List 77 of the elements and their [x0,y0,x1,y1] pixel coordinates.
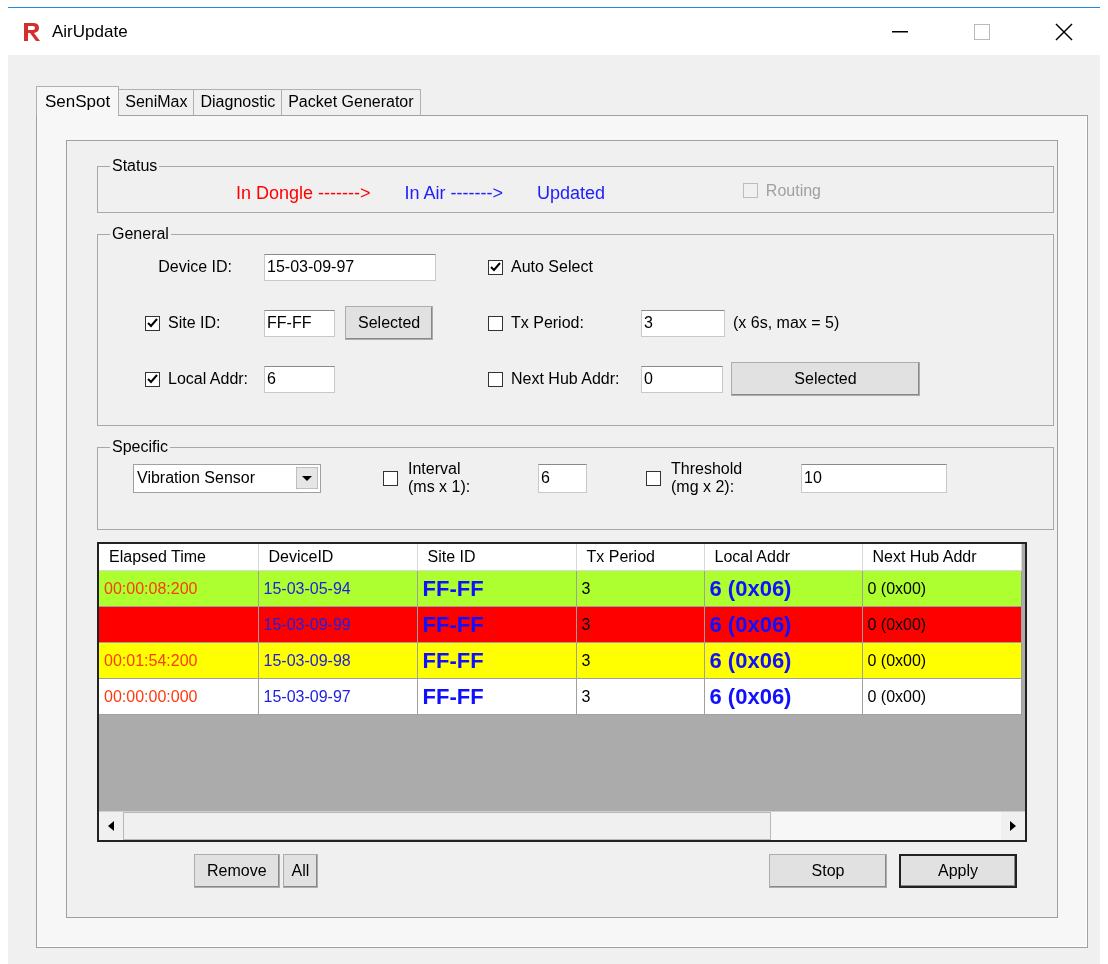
device-id-field[interactable]: 15-03-09-97 [264,253,436,281]
field-label: Device ID: [157,258,232,276]
checkbox-label: Routing [765,181,821,200]
horizontal-scrollbar[interactable] [99,811,1025,840]
checkbox[interactable] [145,371,160,387]
table-cell: 0 (0x00) [867,579,927,597]
column-header[interactable]: Local Addr [704,544,862,571]
tab[interactable]: SenSpot [36,86,120,116]
checkbox[interactable] [488,371,503,387]
checkbox-label: Threshold (mg x 2): [671,460,743,496]
table-cell: 00:00:08:200 [104,579,198,597]
action-button[interactable]: Stop [769,854,887,888]
group-title: General [111,225,170,243]
local-addr-field[interactable]: 6 [264,365,335,393]
sensor-type-dropdown[interactable]: Vibration Sensor [133,463,321,493]
table-cell: 15-03-05-94 [263,579,351,597]
column-header[interactable]: DeviceID [258,544,417,571]
table-cell: 15-03-09-99 [263,615,351,633]
checkbox[interactable] [383,470,398,486]
action-button[interactable]: Remove [194,854,280,888]
tab[interactable]: Packet Generator [281,89,421,115]
table-cell: 6 (0x06) [709,611,792,637]
table-row[interactable]: 00:01:54:200 15-03-09-98 FF-FF 3 6 (0x06) 0 (0x00) [99,642,1021,679]
checkbox[interactable] [145,315,160,331]
table-cell: 00:00:00:000 [104,687,198,705]
status-stage: In Air -------> [404,183,504,204]
column-header[interactable]: Elapsed Time [99,544,258,571]
column-header[interactable]: Site ID [417,544,576,571]
selected-button[interactable]: Selected [731,362,920,396]
interval-field[interactable]: 6 [538,463,587,493]
table-cell: 3 [581,651,591,669]
table-cell: FF-FF [422,683,484,709]
checkbox-label: Tx Period: [511,314,584,332]
table-row[interactable]: 00:00:08:200 15-03-05-94 FF-FF 3 6 (0x06) 0 (0x00) [99,570,1021,607]
action-button[interactable]: All [282,854,319,888]
table-cell: 0 (0x00) [867,651,927,669]
checkbox-label: Next Hub Addr: [511,370,620,388]
table-cell: 15-03-09-97 [263,687,351,705]
group-title: Status [111,157,159,175]
dropdown-arrow-icon [296,467,318,489]
selected-button[interactable]: Selected [345,306,434,340]
status-stage: In Dongle -------> [236,183,371,204]
tx-period-field[interactable]: 3 [641,309,725,337]
table-cell: FF-FF [422,575,484,601]
app-logo-icon [22,20,42,43]
table-cell: 6 (0x06) [709,647,792,673]
column-header[interactable]: Next Hub Addr [862,544,1021,571]
action-button[interactable]: Apply [899,854,1017,888]
table-row[interactable]: 15-03-09-99 FF-FF 3 6 (0x06) 0 (0x00) [99,606,1021,643]
table-cell: 3 [581,615,591,633]
checkbox-label: Interval (ms x 1): [408,460,471,496]
table-row[interactable]: 00:00:00:000 15-03-09-97 FF-FF 3 6 (0x06) 0 (0x00) [99,678,1021,715]
window-title: AirUpdate [52,21,129,42]
checkbox[interactable] [488,315,503,331]
table-cell: 0 (0x00) [867,687,927,705]
table-cell: FF-FF [422,611,484,637]
table-cell: 3 [581,687,591,705]
table-cell: FF-FF [422,647,484,673]
status-stage: Updated [537,183,606,204]
column-header[interactable]: Tx Period [576,544,704,571]
checkbox-label: Auto Select [511,258,593,276]
checkbox-label: Site ID: [168,314,221,332]
table-cell: 6 (0x06) [709,575,792,601]
site-id-field[interactable]: FF-FF [264,309,335,337]
threshold-field[interactable]: 10 [801,463,947,493]
table-cell: 15-03-09-98 [263,651,351,669]
checkbox[interactable] [488,259,503,275]
tx-period-hint: (x 6s, max = 5) [733,314,840,332]
table-cell: 00:01:54:200 [104,651,198,669]
checkbox-label: Local Addr: [168,370,249,388]
table-cell: 3 [581,579,591,597]
table-cell: 6 (0x06) [709,683,792,709]
next-hub-addr-field[interactable]: 0 [641,365,723,393]
scrollbar-thumb[interactable] [123,812,771,840]
table-cell: 0 (0x00) [867,615,927,633]
group-title: Specific [111,438,170,456]
checkbox[interactable] [646,470,661,486]
